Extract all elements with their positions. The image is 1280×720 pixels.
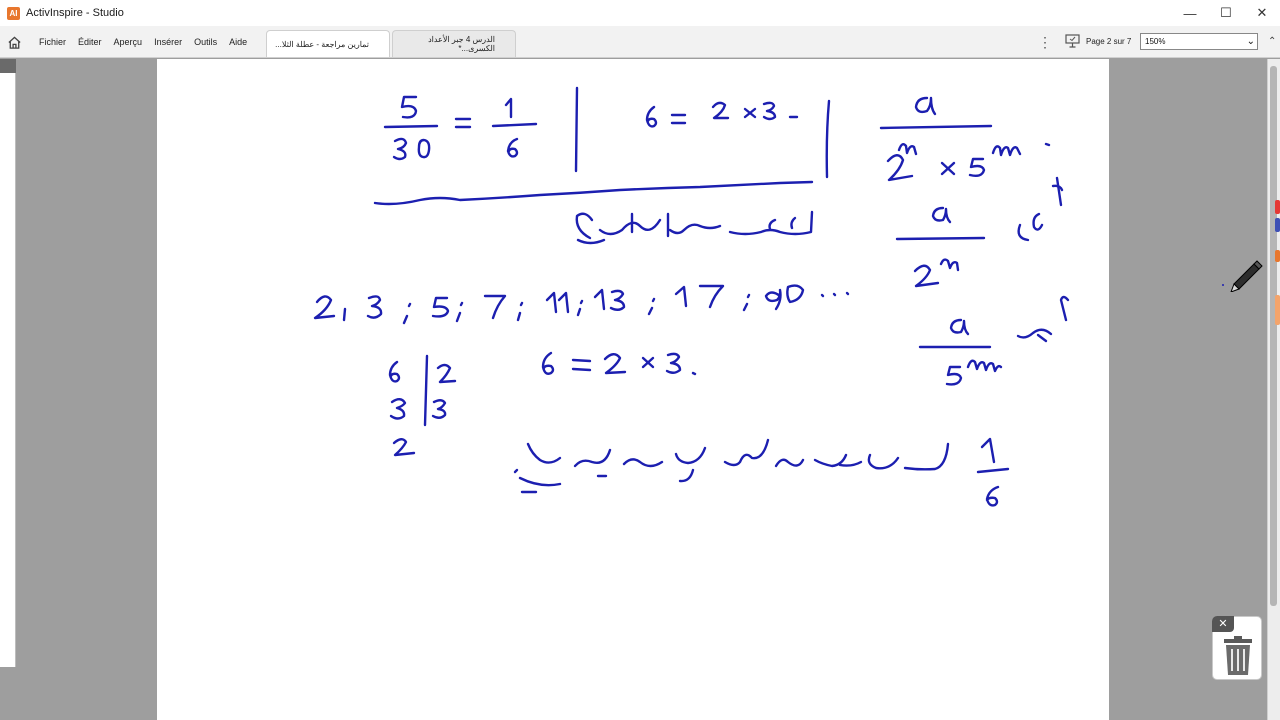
underline-stroke: [373, 180, 814, 206]
arabic-or-a-over-2m: [895, 176, 1064, 288]
close-icon[interactable]: ✕: [1212, 616, 1234, 632]
handwriting-layer: [313, 86, 1070, 507]
pen-icon[interactable]: [1218, 252, 1264, 292]
six-equals-two-times-three-second: [541, 351, 697, 376]
divider-stroke: [574, 86, 579, 173]
arabic-heading-prime-numbers: [575, 210, 814, 245]
six-equals-two-times-three: [645, 101, 799, 128]
factorization-table-6: [388, 354, 457, 457]
fraction-a-over-2m-5m: [879, 96, 1051, 182]
arabic-or-a-over-5m: [918, 295, 1070, 386]
divider-stroke: [825, 99, 831, 179]
prime-numbers-sequence: [313, 284, 850, 325]
fraction-5-over-30-equals-1-over-6: [383, 95, 538, 161]
fraction-1-over-6-right: [976, 437, 1010, 507]
arabic-sentence-not-decimal: [513, 438, 950, 494]
trash-icon: [1224, 636, 1252, 675]
